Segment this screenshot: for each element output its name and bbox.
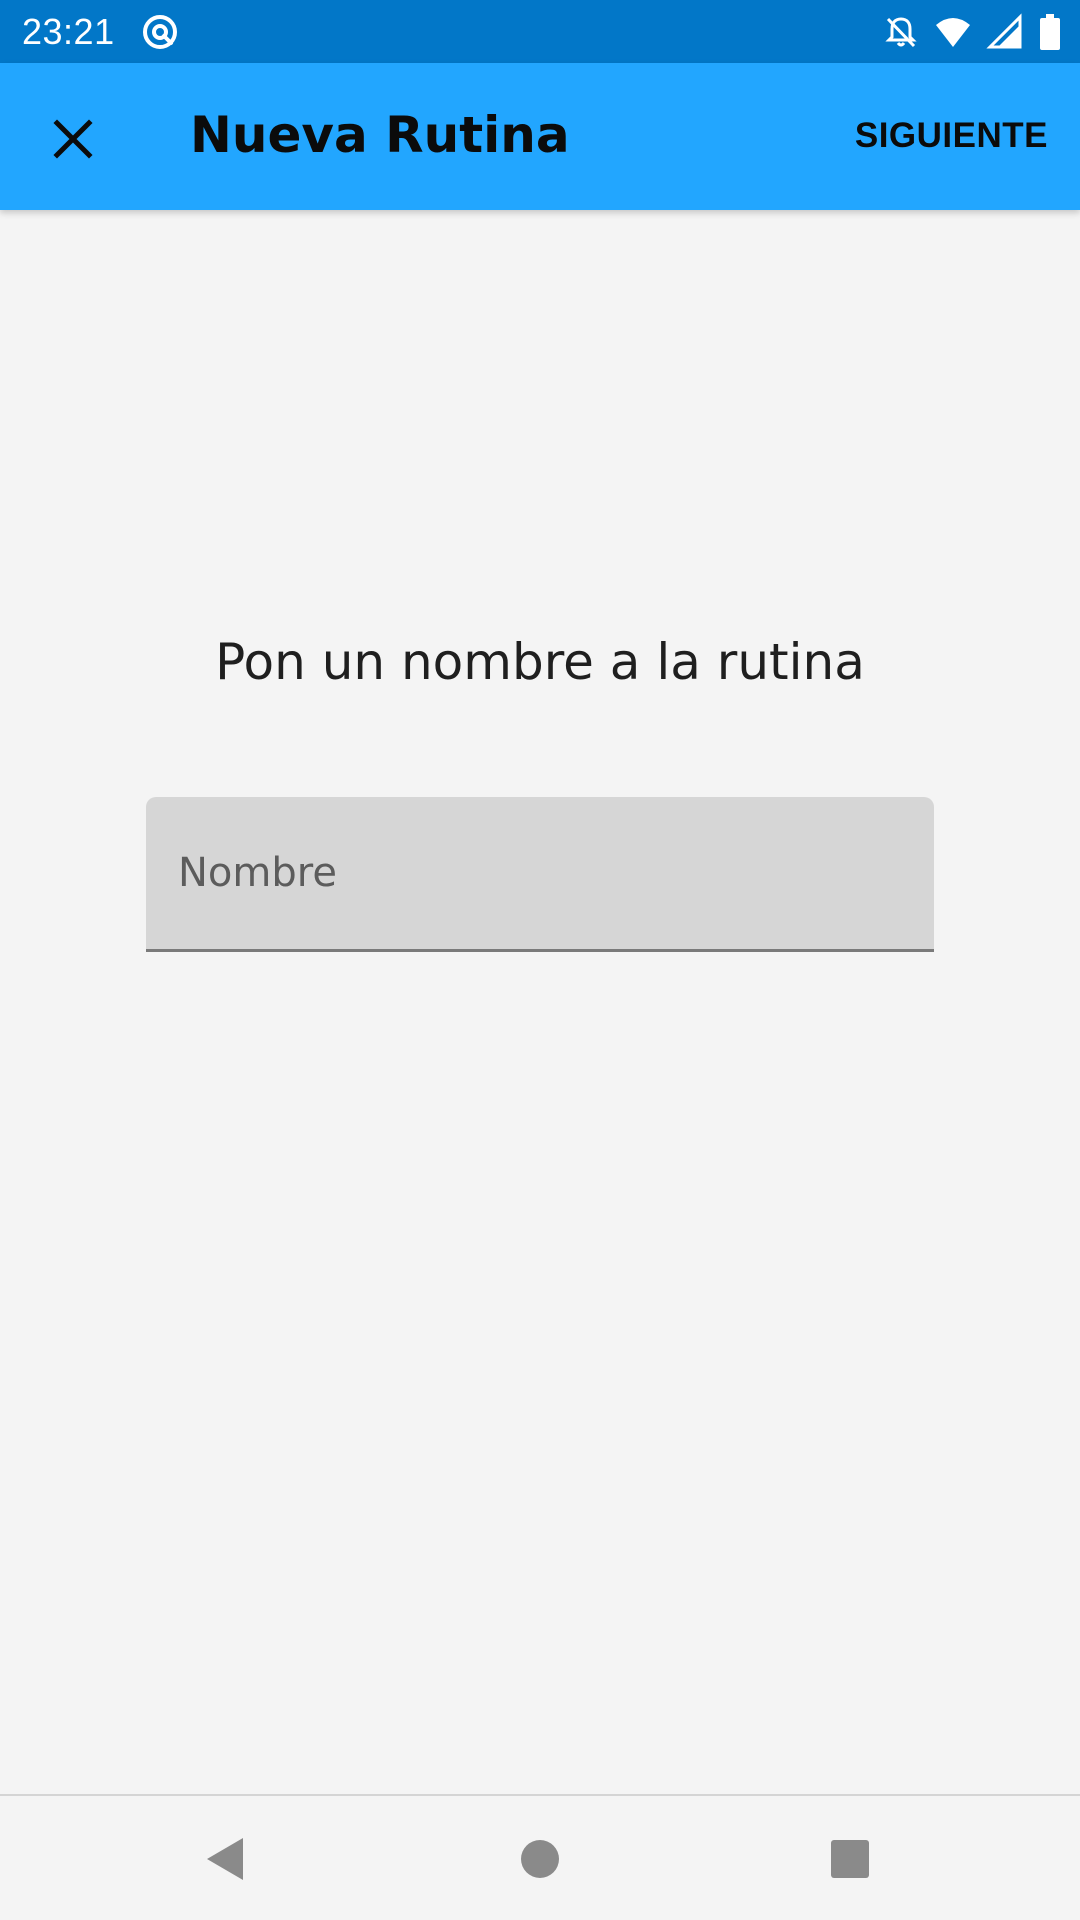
name-input[interactable] bbox=[146, 797, 934, 949]
bell-off-icon bbox=[885, 17, 917, 48]
app-bar: Nueva Rutina SIGUIENTE bbox=[0, 63, 1080, 210]
status-bar: 23:21 bbox=[0, 0, 1080, 63]
back-triangle-icon bbox=[207, 1838, 243, 1880]
signal-icon bbox=[986, 13, 1022, 49]
home-button[interactable] bbox=[507, 1826, 573, 1892]
recents-square-icon bbox=[831, 1840, 869, 1878]
name-field[interactable] bbox=[146, 797, 934, 952]
home-circle-icon bbox=[521, 1840, 559, 1878]
page-title: Nueva Rutina bbox=[190, 106, 570, 164]
status-time: 23:21 bbox=[22, 11, 115, 52]
next-button[interactable]: SIGUIENTE bbox=[855, 111, 1048, 161]
status-icons bbox=[882, 12, 1062, 52]
battery-icon bbox=[1040, 14, 1060, 50]
screen: 23:21 Nueva Rutina SIGUIENTE Pon un nomb… bbox=[0, 0, 1080, 1920]
recents-button[interactable] bbox=[817, 1826, 883, 1892]
prompt-title: Pon un nombre a la rutina bbox=[215, 633, 865, 691]
close-icon bbox=[53, 119, 93, 159]
wifi-icon bbox=[936, 18, 970, 47]
close-button[interactable] bbox=[40, 106, 106, 172]
back-button[interactable] bbox=[192, 1826, 258, 1892]
at-sign-icon bbox=[140, 12, 180, 52]
system-nav-bar bbox=[0, 1794, 1080, 1920]
